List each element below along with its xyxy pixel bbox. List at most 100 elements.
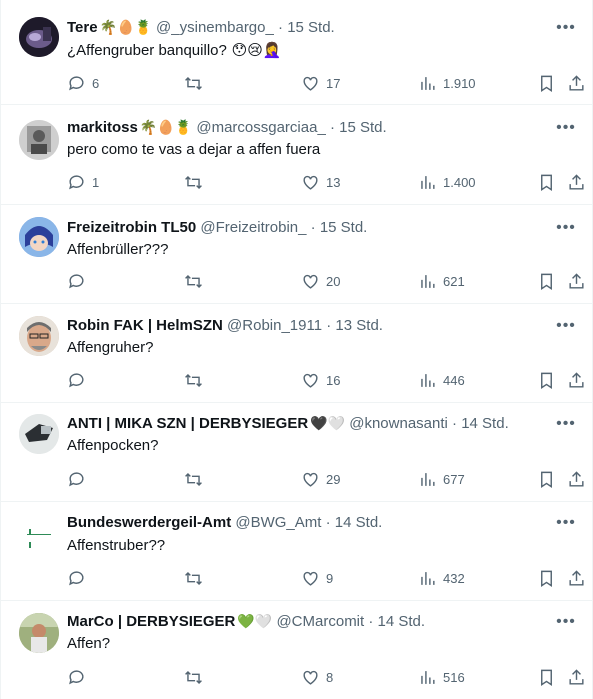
share-icon (569, 371, 584, 388)
author-handle[interactable]: @_ysinembargo_ (156, 19, 274, 36)
author-name[interactable]: Bundeswerdergeil-Amt (67, 514, 231, 531)
share-button[interactable] (557, 462, 592, 496)
views-button[interactable]: 677 (408, 462, 465, 496)
like-count: 13 (326, 174, 341, 190)
author-name[interactable]: Tere (67, 19, 98, 36)
tweet-time[interactable]: 14 Std. (461, 415, 509, 432)
avatar[interactable] (19, 613, 59, 653)
retweet-button[interactable] (174, 165, 209, 199)
retweet-button[interactable] (174, 462, 209, 496)
bookmark-icon (541, 273, 552, 290)
tweet[interactable]: Freizeitrobin TL50 @Freizeitrobin_ · 15 … (1, 205, 592, 304)
more-icon[interactable]: ••• (556, 614, 576, 635)
author-handle[interactable]: @BWG_Amt (235, 514, 321, 531)
author-handle[interactable]: @marcossgarciaa_ (196, 119, 325, 136)
tweet-text: ¿Affengruber banquillo? 😯😢🤦‍♀️ (67, 40, 282, 61)
share-button[interactable] (557, 363, 592, 397)
reply-button[interactable] (57, 462, 92, 496)
more-icon[interactable]: ••• (556, 120, 576, 141)
views-icon (421, 76, 435, 90)
views-count: 516 (443, 669, 465, 685)
reply-button[interactable] (57, 363, 92, 397)
more-icon[interactable]: ••• (556, 220, 576, 241)
tweet-time[interactable]: 14 Std. (378, 613, 426, 630)
reply-button[interactable] (57, 660, 92, 694)
avatar[interactable] (19, 514, 59, 554)
retweet-button[interactable] (174, 363, 209, 397)
retweet-button[interactable] (174, 66, 209, 100)
views-button[interactable]: 621 (408, 264, 465, 298)
reply-button[interactable]: 6 (57, 66, 99, 100)
action-bar: 6 17 1.910 (57, 66, 584, 100)
more-icon[interactable]: ••• (556, 20, 576, 41)
tweet[interactable]: MarCo | DERBYSIEGER 💚🤍 @CMarcomit · 14 St… (1, 601, 592, 699)
more-icon[interactable]: ••• (556, 416, 576, 437)
tweet[interactable]: ANTI | MIKA SZN | DERBYSIEGER 🖤🤍 @knownas… (1, 403, 592, 502)
more-icon[interactable]: ••• (556, 515, 576, 536)
like-icon (303, 274, 318, 289)
like-count: 16 (326, 372, 341, 388)
tweet-time[interactable]: 14 Std. (335, 514, 383, 531)
like-count: 8 (326, 669, 334, 685)
views-count: 432 (443, 570, 465, 586)
like-icon (303, 373, 318, 388)
reply-button[interactable]: 1 (57, 165, 99, 199)
retweet-icon (185, 373, 202, 387)
tweet[interactable]: Bundeswerdergeil-Amt @BWG_Amt · 14 Std. … (1, 502, 592, 601)
views-count: 1.910 (443, 75, 476, 91)
views-button[interactable]: 516 (408, 660, 465, 694)
author-handle[interactable]: @Robin_1911 (227, 317, 322, 334)
more-icon[interactable]: ••• (556, 318, 576, 339)
share-button[interactable] (557, 660, 592, 694)
retweet-button[interactable] (174, 264, 209, 298)
views-button[interactable]: 446 (408, 363, 465, 397)
retweet-button[interactable] (174, 660, 209, 694)
author-name[interactable]: ANTI | MIKA SZN | DERBYSIEGER (67, 415, 308, 432)
reply-button[interactable] (57, 264, 92, 298)
like-button[interactable]: 29 (291, 462, 340, 496)
author-handle[interactable]: @knownasanti (349, 415, 448, 432)
reply-button[interactable] (57, 561, 92, 595)
share-button[interactable] (557, 66, 592, 100)
retweet-button[interactable] (174, 561, 209, 595)
like-button[interactable]: 16 (291, 363, 340, 397)
like-button[interactable]: 17 (291, 66, 340, 100)
share-button[interactable] (557, 264, 592, 298)
views-icon (421, 373, 435, 387)
views-button[interactable]: 432 (408, 561, 465, 595)
tweet-text-body: Affenpocken? (67, 437, 159, 454)
author-handle[interactable]: @Freizeitrobin_ (200, 219, 306, 236)
tweet-time[interactable]: 13 Std. (335, 317, 383, 334)
like-button[interactable]: 8 (291, 660, 333, 694)
tweet-header: Robin FAK | HelmSZN @Robin_1911 · 13 Std… (67, 315, 383, 337)
avatar[interactable] (19, 217, 59, 257)
tweet-time[interactable]: 15 Std. (339, 119, 387, 136)
views-button[interactable]: 1.910 (408, 66, 476, 100)
tweet-time[interactable]: 15 Std. (287, 19, 335, 36)
like-button[interactable]: 9 (291, 561, 333, 595)
tweet[interactable]: Robin FAK | HelmSZN @Robin_1911 · 13 Std… (1, 304, 592, 403)
bookmark-icon (541, 570, 552, 587)
like-button[interactable]: 13 (291, 165, 340, 199)
author-name[interactable]: MarCo | DERBYSIEGER (67, 613, 235, 630)
avatar[interactable] (19, 316, 59, 356)
avatar[interactable] (19, 120, 59, 160)
tweet[interactable]: markitoss 🌴🥚🍍 @marcossgarciaa_ · 15 Std. … (1, 105, 592, 205)
views-count: 1.400 (443, 174, 476, 190)
tweet-text: Affenbrüller??? (67, 240, 168, 260)
views-button[interactable]: 1.400 (408, 165, 476, 199)
avatar[interactable] (19, 17, 59, 57)
like-button[interactable]: 20 (291, 264, 340, 298)
share-button[interactable] (557, 165, 592, 199)
tweet-time[interactable]: 15 Std. (320, 219, 368, 236)
author-name[interactable]: Robin FAK | HelmSZN (67, 317, 223, 334)
share-button[interactable] (557, 561, 592, 595)
author-handle[interactable]: @CMarcomit (276, 613, 364, 630)
tweet-text-body: ¿Affengruber banquillo? (67, 42, 227, 59)
tweet[interactable]: Tere 🌴🥚🍍 @_ysinembargo_ · 15 Std. ••• ¿Af… (1, 0, 592, 105)
avatar[interactable] (19, 414, 59, 454)
author-name[interactable]: markitoss (67, 119, 138, 136)
author-name[interactable]: Freizeitrobin TL50 (67, 219, 196, 236)
action-bar: 8 516 (57, 660, 584, 694)
reply-icon (69, 273, 84, 288)
